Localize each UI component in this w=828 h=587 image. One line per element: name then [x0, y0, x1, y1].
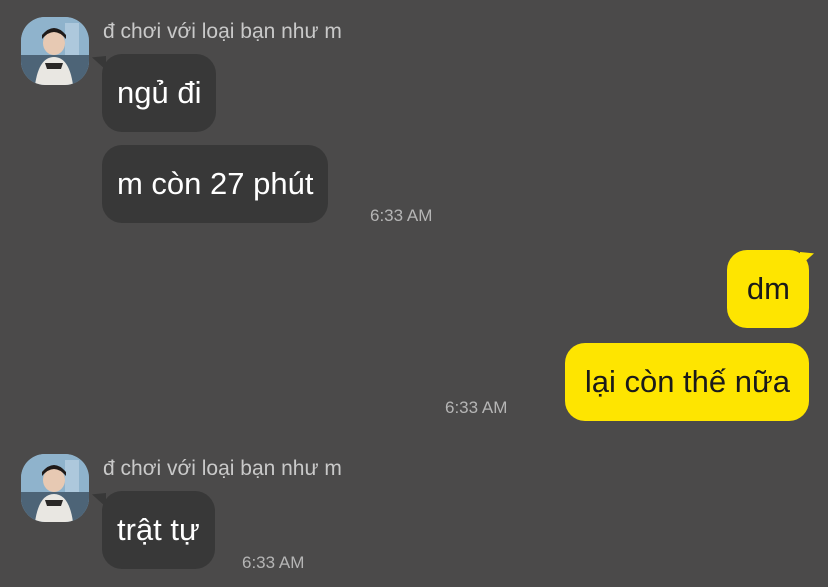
message-timestamp: 6:33 AM — [370, 206, 433, 225]
sender-avatar[interactable] — [21, 17, 89, 85]
sender-name: đ chơi với loại bạn như m — [103, 457, 342, 480]
incoming-message-bubble[interactable]: trật tự — [102, 491, 215, 569]
sender-name: đ chơi với loại bạn như m — [103, 20, 342, 43]
outgoing-message-bubble[interactable]: dm — [726, 250, 809, 328]
message-timestamp: 6:33 AM — [445, 398, 508, 417]
incoming-message-bubble[interactable]: m còn 27 phút — [102, 145, 329, 223]
chat-window: đ chơi với loại bạn như m ngủ đi m còn 2… — [0, 0, 828, 587]
sender-avatar[interactable] — [21, 454, 89, 522]
outgoing-message-bubble[interactable]: lại còn thế nữa — [564, 343, 809, 421]
incoming-message-bubble[interactable]: ngủ đi — [102, 54, 217, 132]
message-timestamp: 6:33 AM — [242, 553, 305, 572]
avatar-photo-icon — [21, 17, 89, 85]
avatar-photo-icon — [21, 454, 89, 522]
